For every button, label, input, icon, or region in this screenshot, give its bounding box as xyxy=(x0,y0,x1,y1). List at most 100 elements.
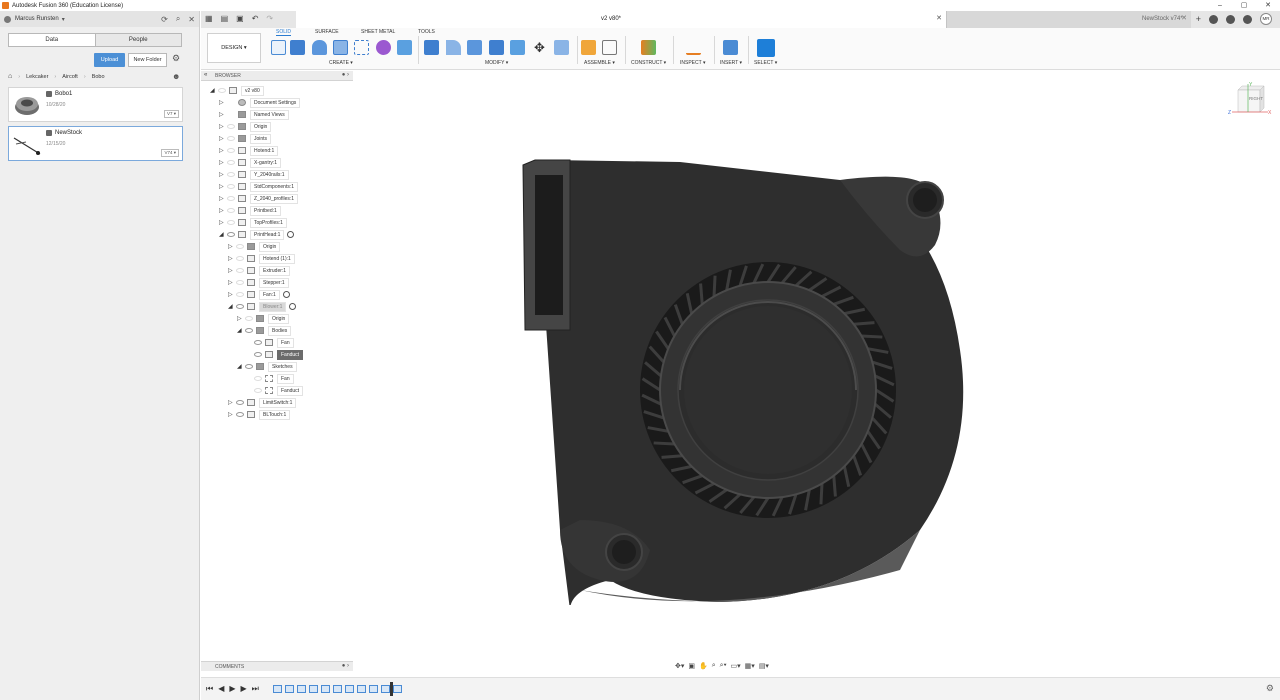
plane-icon[interactable] xyxy=(641,40,656,55)
orbit-icon[interactable]: ✥▾ xyxy=(675,662,684,670)
visibility-eye-icon[interactable] xyxy=(227,172,235,177)
visibility-eye-icon[interactable] xyxy=(227,136,235,141)
combine-icon[interactable] xyxy=(510,40,525,55)
browser-node[interactable]: Fanduct xyxy=(246,349,304,360)
fillet-icon[interactable] xyxy=(446,40,461,55)
visibility-eye-icon[interactable] xyxy=(227,196,235,201)
new-folder-button[interactable]: New Folder xyxy=(128,53,167,67)
collapsed-arrow-icon[interactable]: ▷ xyxy=(219,207,225,214)
timeline-feature-icon[interactable] xyxy=(381,685,390,693)
browser-node[interactable]: ▷ Origin xyxy=(228,241,281,252)
collapsed-arrow-icon[interactable]: ▷ xyxy=(219,147,225,154)
collapsed-arrow-icon[interactable]: ▷ xyxy=(219,111,225,118)
close-window-button[interactable]: ✕ xyxy=(1256,0,1280,11)
revolve-icon[interactable] xyxy=(312,40,327,55)
browser-node[interactable]: ▷ BLTouch:1 xyxy=(228,409,291,420)
breadcrumb-item[interactable]: Bobo xyxy=(92,74,105,80)
visibility-eye-icon[interactable] xyxy=(236,304,244,309)
timeline-feature-icon[interactable] xyxy=(285,685,294,693)
visibility-eye-icon[interactable] xyxy=(227,220,235,225)
visibility-eye-icon[interactable] xyxy=(227,148,235,153)
browser-node[interactable]: ◢ Bodies xyxy=(237,325,292,336)
timeline-marker[interactable] xyxy=(390,682,393,696)
model-viewport-blower-fan[interactable] xyxy=(520,150,980,605)
browser-node[interactable]: ▷ TopProfiles:1 xyxy=(219,217,287,228)
collapsed-arrow-icon[interactable]: ▷ xyxy=(219,99,225,106)
collapsed-arrow-icon[interactable]: ▷ xyxy=(219,183,225,190)
shell-icon[interactable] xyxy=(489,40,504,55)
visibility-eye-icon[interactable] xyxy=(236,280,244,285)
tab-tools[interactable]: TOOLS xyxy=(418,29,435,35)
display-settings-icon[interactable]: ▭▾ xyxy=(731,662,741,670)
new-tab-icon[interactable]: + xyxy=(1196,14,1201,24)
group-modify[interactable]: MODIFY ▾ xyxy=(485,60,508,66)
joint-icon[interactable] xyxy=(602,40,617,55)
grid-settings-icon[interactable]: ▦▾ xyxy=(745,662,755,670)
browser-node[interactable]: ▷ Z_2040_profiles:1 xyxy=(219,193,299,204)
timeline-feature-icon[interactable] xyxy=(273,685,282,693)
close-icon[interactable]: ✕ xyxy=(188,15,195,24)
visibility-eye-icon[interactable] xyxy=(245,364,253,369)
browser-node[interactable]: ▷ Joints xyxy=(219,133,272,144)
browser-node[interactable]: Fanduct xyxy=(246,385,304,396)
browser-node[interactable]: ◢ v2 v80 xyxy=(210,85,264,96)
collapsed-arrow-icon[interactable]: ▷ xyxy=(228,255,234,262)
step-forward-icon[interactable]: ▶ xyxy=(241,684,247,694)
collapse-icon[interactable]: « xyxy=(204,72,207,78)
visibility-eye-icon[interactable] xyxy=(236,268,244,273)
file-card-newstock[interactable]: NewStock 12/15/20 V74 ▾ xyxy=(8,126,183,161)
visibility-eye-icon[interactable] xyxy=(245,316,253,321)
visibility-eye-icon[interactable] xyxy=(236,292,244,297)
pattern-icon[interactable] xyxy=(397,40,412,55)
group-create[interactable]: CREATE ▾ xyxy=(329,60,353,66)
tab-solid[interactable]: SOLID xyxy=(276,29,292,36)
collapsed-arrow-icon[interactable]: ▷ xyxy=(219,171,225,178)
browser-node[interactable]: ◢ Blower:1 xyxy=(228,301,297,312)
group-assemble[interactable]: ASSEMBLE ▾ xyxy=(584,60,615,66)
extrude-icon[interactable] xyxy=(290,40,305,55)
browser-node[interactable]: Fan xyxy=(246,373,294,384)
chevron-down-icon[interactable]: ▾ xyxy=(62,16,65,23)
visibility-eye-icon[interactable] xyxy=(227,184,235,189)
collapsed-arrow-icon[interactable]: ▷ xyxy=(228,291,234,298)
browser-node[interactable]: ▷ Document Settings xyxy=(219,97,301,108)
visibility-eye-icon[interactable] xyxy=(245,328,253,333)
visibility-eye-icon[interactable] xyxy=(227,232,235,237)
collapsed-arrow-icon[interactable]: ▷ xyxy=(219,135,225,142)
visibility-eye-icon[interactable] xyxy=(227,208,235,213)
collapsed-arrow-icon[interactable]: ▷ xyxy=(228,279,234,286)
visibility-eye-icon[interactable] xyxy=(254,376,262,381)
browser-node[interactable]: ▷ Hotend (1):1 xyxy=(228,253,295,264)
file-menu-icon[interactable]: ▤ xyxy=(221,14,229,23)
look-at-icon[interactable]: ▣ xyxy=(688,662,695,670)
browser-node[interactable]: ▷ X-gantry:1 xyxy=(219,157,282,168)
breadcrumb-item[interactable]: Aircoft xyxy=(62,74,78,80)
move-icon[interactable]: ✥ xyxy=(532,40,547,55)
expanded-arrow-icon[interactable]: ◢ xyxy=(237,363,243,370)
home-icon[interactable]: ⌂ xyxy=(8,73,12,80)
gear-icon[interactable]: ⚙ xyxy=(172,53,180,64)
collapsed-arrow-icon[interactable]: ▷ xyxy=(219,195,225,202)
view-cube[interactable]: RIGHT Z X Y xyxy=(1228,82,1272,120)
version-badge[interactable]: V74 ▾ xyxy=(161,149,179,157)
visibility-eye-icon[interactable] xyxy=(227,160,235,165)
timeline-settings-icon[interactable]: ⚙ xyxy=(1266,683,1274,694)
group-construct[interactable]: CONSTRUCT ▾ xyxy=(631,60,666,66)
job-status-icon[interactable] xyxy=(1209,14,1218,24)
tab-v2[interactable]: v2 v80* ✕ xyxy=(296,11,946,28)
browser-node[interactable]: ◢ Sketches xyxy=(237,361,297,372)
maximize-button[interactable]: ▢ xyxy=(1232,0,1256,11)
close-tab-icon[interactable]: ✕ xyxy=(936,14,942,22)
close-tab-icon[interactable]: ✕ xyxy=(1181,14,1187,22)
minimize-button[interactable]: – xyxy=(1208,0,1232,11)
redo-icon[interactable]: ↷ xyxy=(266,14,273,23)
version-badge[interactable]: V7 ▾ xyxy=(163,110,179,118)
pan-icon[interactable]: ✋ xyxy=(699,662,708,670)
comments-pin-icon[interactable]: ● › xyxy=(342,663,349,669)
timeline-feature-icon[interactable] xyxy=(345,685,354,693)
visibility-eye-icon[interactable] xyxy=(227,124,235,129)
refresh-icon[interactable]: ⟳ xyxy=(161,15,168,24)
collapsed-arrow-icon[interactable]: ▷ xyxy=(228,267,234,274)
browser-node[interactable]: ▷ Stepper:1 xyxy=(228,277,289,288)
user-name[interactable]: Marcus Runsten xyxy=(15,16,59,22)
